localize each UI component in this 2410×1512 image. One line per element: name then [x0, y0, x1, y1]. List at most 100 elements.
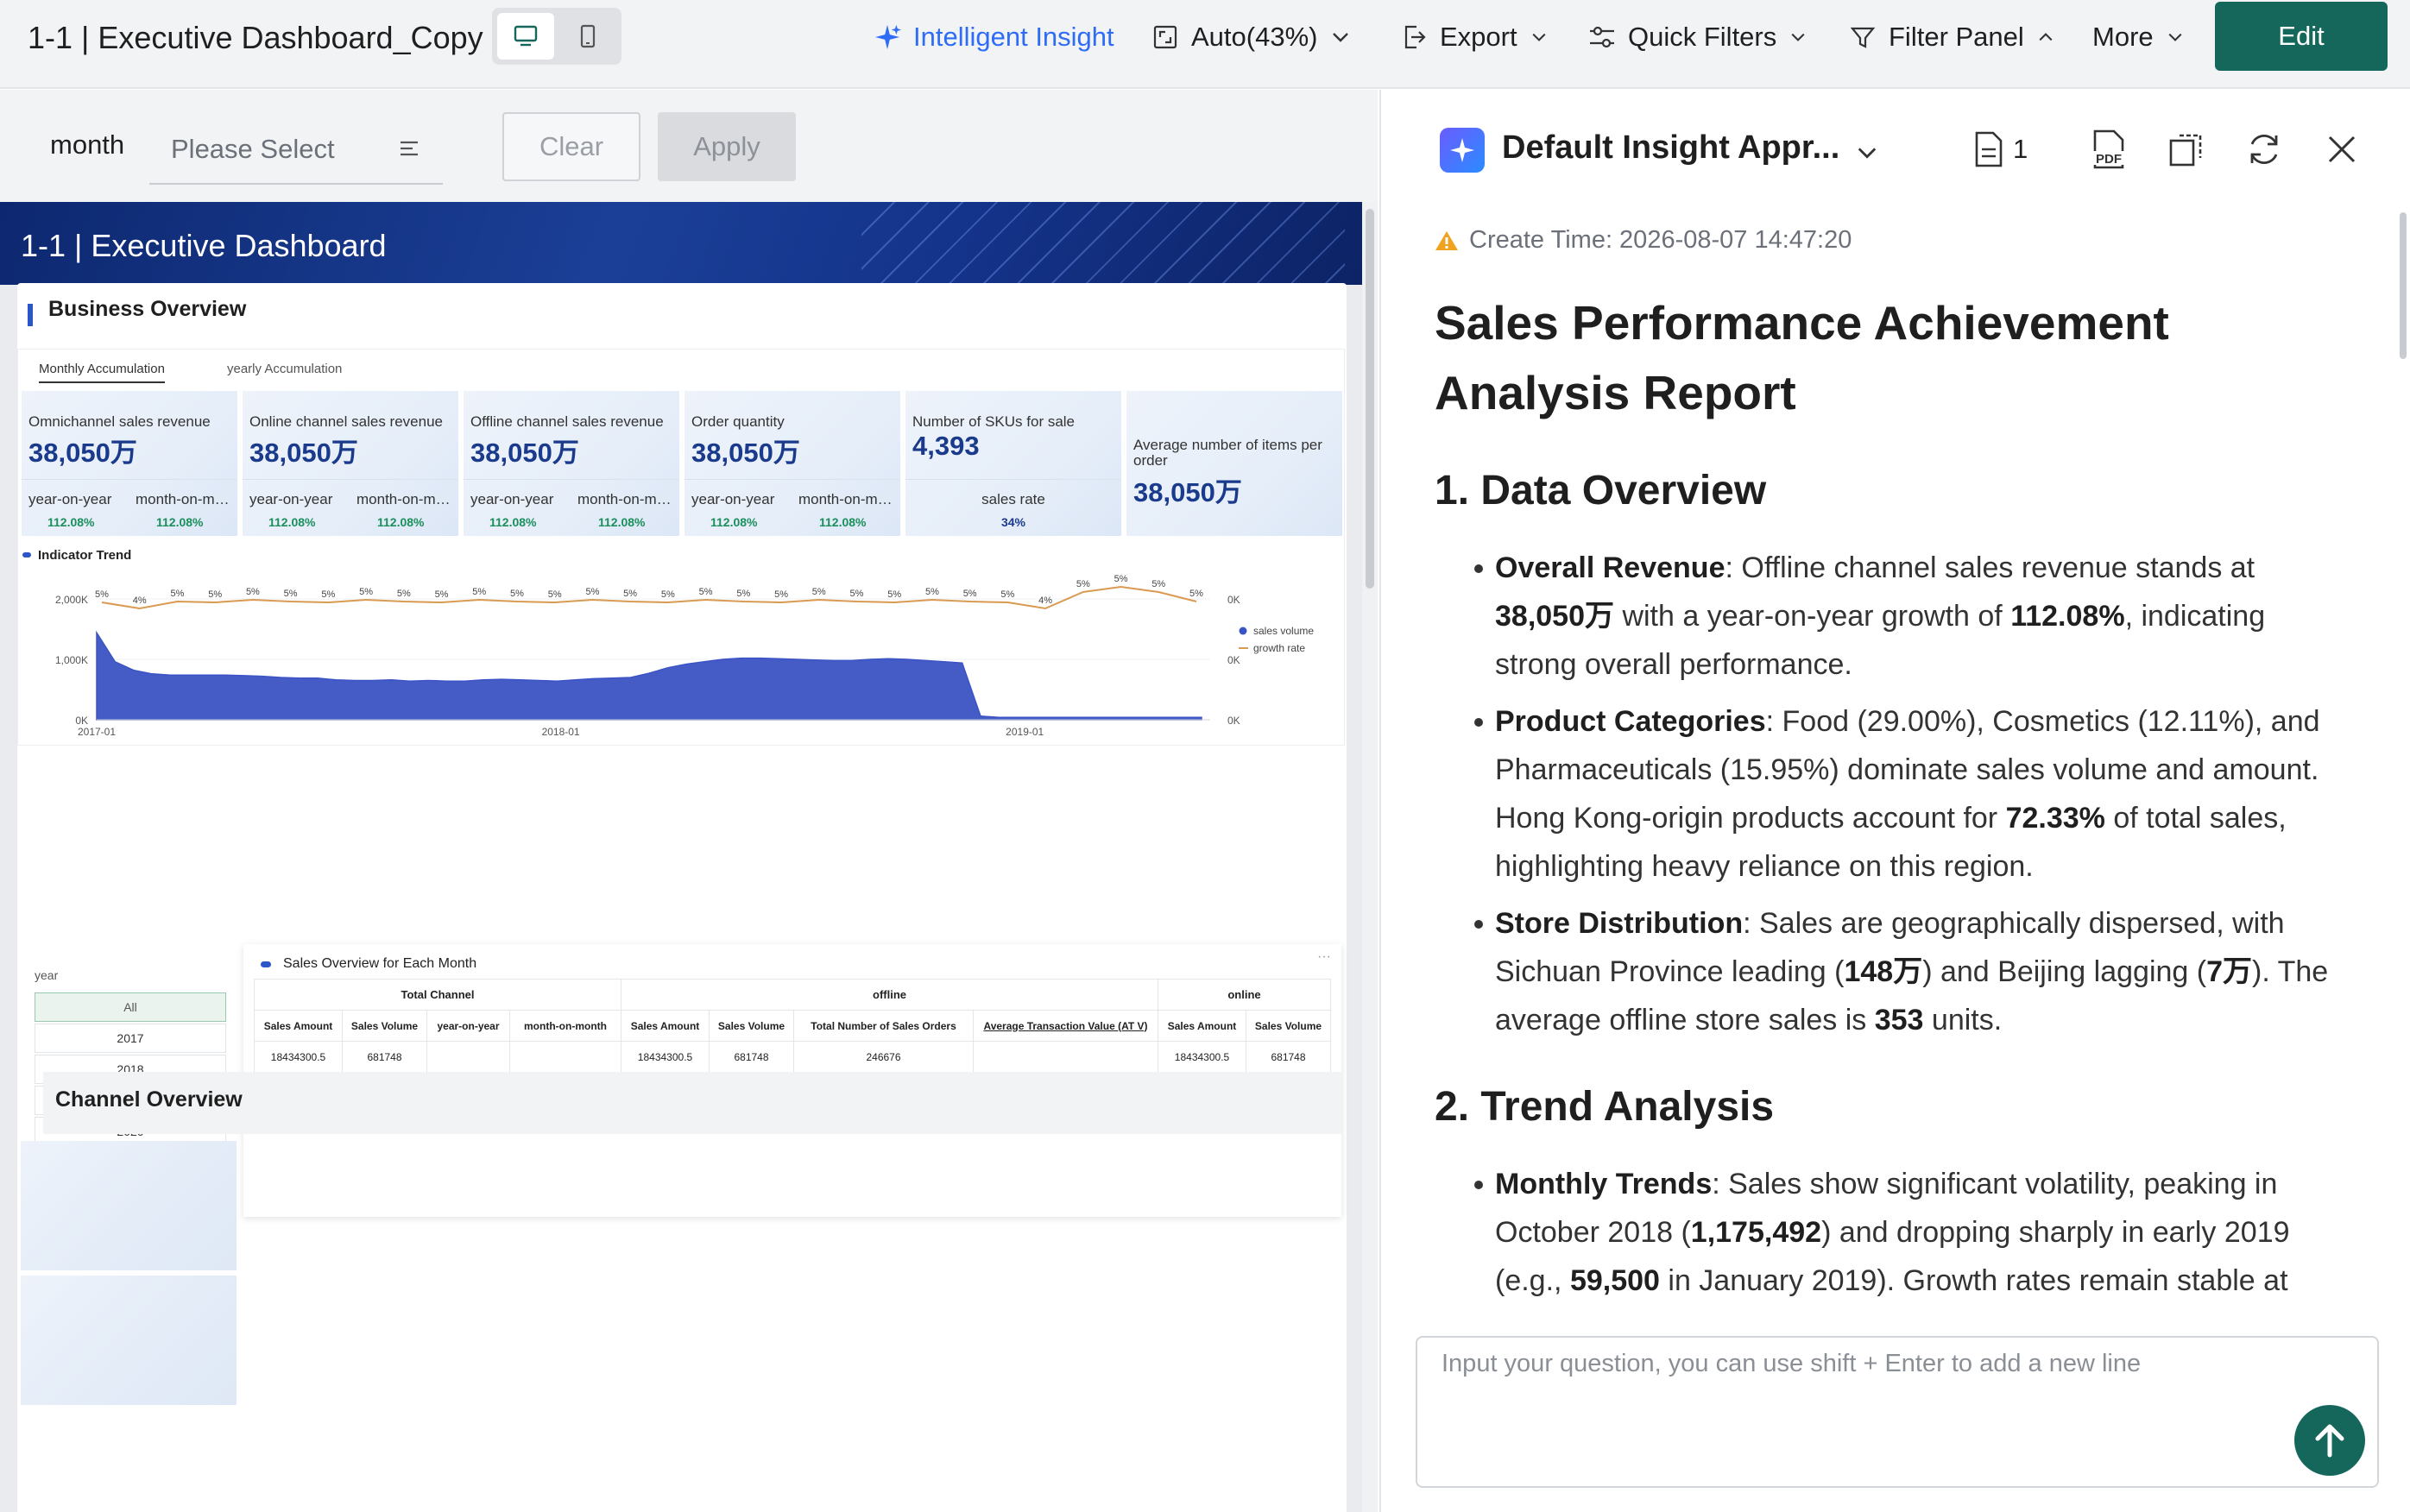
desktop-view-button[interactable] [497, 13, 554, 60]
bullet-item: Product Categories: Food (29.00%), Cosme… [1435, 697, 2350, 891]
table-cell [426, 1041, 510, 1073]
y2-tick-label: 0K [1227, 715, 1240, 727]
yoy-value: 112.08% [710, 515, 758, 529]
more-options-icon[interactable]: ··· [1317, 949, 1331, 965]
yoy-value: 112.08% [47, 515, 95, 529]
column-header: year-on-year [426, 1010, 510, 1042]
sliders-icon [1588, 23, 1616, 51]
bullet-emphasis: Store Distribution [1495, 907, 1744, 940]
divider [464, 479, 679, 480]
export-dropdown[interactable]: Export [1400, 16, 1549, 59]
data-label: 5% [548, 589, 562, 600]
insight-approach-select[interactable]: Default Insight Appr... [1502, 129, 1839, 167]
mom-label: month-on-month [136, 491, 232, 507]
edit-button[interactable]: Edit [2215, 2, 2388, 71]
kpi-card[interactable]: Offline channel sales revenue 38,050万 ye… [464, 391, 679, 536]
bullet-emphasis: 112.08% [2010, 600, 2125, 633]
clear-button[interactable]: Clear [502, 112, 640, 181]
document-icon [1975, 131, 2003, 167]
channel-overview-title: Channel Overview [55, 1087, 243, 1112]
year-option[interactable]: 2017 [35, 1024, 226, 1053]
apply-button[interactable]: Apply [658, 112, 796, 181]
quick-filters-dropdown[interactable]: Quick Filters [1588, 16, 1808, 59]
chevron-down-icon[interactable] [1854, 140, 1880, 166]
sales-overview-title: Sales Overview for Each Month [283, 956, 477, 971]
yoy-value: 112.08% [489, 515, 537, 529]
year-filter-label: year [35, 968, 59, 982]
scrollbar-thumb[interactable] [2400, 212, 2407, 359]
y2-tick-label: 0K [1227, 654, 1240, 666]
close-icon [2328, 135, 2356, 163]
kpi-card[interactable]: Omnichannel sales revenue 38,050万 year-o… [22, 391, 237, 536]
bullet-emphasis: 148万 [1844, 955, 1923, 988]
data-label: 5% [1114, 574, 1128, 584]
kpi-card[interactable]: Online channel sales revenue 38,050万 yea… [243, 391, 458, 536]
table-cell [973, 1041, 1158, 1073]
send-button[interactable] [2294, 1405, 2365, 1476]
table-row[interactable]: 18434300.5 681748 18434300.5 681748 2466… [254, 1041, 1331, 1073]
scrollbar-thumb[interactable] [1366, 209, 1374, 589]
kpi-label: Offline channel sales revenue [470, 413, 664, 430]
data-label: 5% [925, 587, 939, 597]
indicator-trend-chart: 2,000K 1,000K 0K 0K 0K 0K 5% 4% 5% 5% 5% 5% 5% 5% 5% 5%… [55, 574, 1314, 737]
table-cell: 681748 [1246, 1041, 1331, 1073]
data-label: 5% [472, 587, 486, 597]
year-option-all[interactable]: All [35, 992, 226, 1022]
mom-value: 112.08% [377, 515, 425, 529]
mobile-view-button[interactable] [559, 13, 616, 60]
bullet-emphasis: 59,500 [1569, 1264, 1660, 1297]
data-label: 5% [850, 589, 864, 599]
table-cell: 18434300.5 [621, 1041, 710, 1073]
kpi-card[interactable]: Average number of items per order 38,050… [1126, 391, 1342, 536]
intelligent-insight-button[interactable]: Intelligent Insight [874, 16, 1114, 59]
close-button[interactable] [2320, 128, 2363, 171]
month-select-placeholder: Please Select [171, 134, 335, 164]
kpi-card[interactable]: Order quantity 38,050万 year-on-year mont… [685, 391, 900, 536]
table-cell: 18434300.5 [254, 1041, 343, 1073]
kpi-card[interactable]: Number of SKUs for sale 4,393 sales rate… [905, 391, 1121, 536]
kpi-value: 38,050万 [249, 438, 358, 468]
question-input[interactable] [1442, 1350, 2305, 1435]
more-dropdown[interactable]: More [2092, 16, 2185, 59]
kpi-value: 38,050万 [1133, 477, 1242, 507]
export-label: Export [1440, 22, 1517, 52]
placeholder-card [21, 1276, 237, 1405]
column-header[interactable]: Average Transaction Value (AT V) [973, 1010, 1158, 1042]
arrow-up-icon [2315, 1424, 2344, 1458]
data-label: 4% [133, 595, 147, 606]
report-sections: 1. Data Overview Overall Revenue: Offline… [1435, 464, 2350, 1305]
column-header: Total Number of Sales Orders [793, 1010, 974, 1042]
column-header: Sales Volume [709, 1010, 794, 1042]
documents-button[interactable]: 1 [1973, 128, 2051, 171]
insight-panel: Default Insight Appr... 1 PDF Create Tim… [1379, 90, 2410, 1512]
chevron-up-icon [2039, 33, 2053, 41]
sales-rate-label: sales rate [981, 491, 1045, 507]
tab-monthly-accumulation[interactable]: Monthly Accumulation [39, 362, 165, 383]
dashboard-header: 1-1 | Executive Dashboard [0, 202, 1362, 285]
tab-yearly-accumulation[interactable]: yearly Accumulation [227, 362, 342, 376]
bullet-text: with a year-on-year growth of [1614, 600, 2011, 633]
copy-layout-button[interactable] [2165, 128, 2208, 171]
filter-panel-dropdown[interactable]: Filter Panel [1849, 16, 2055, 59]
data-label: 5% [208, 589, 222, 600]
legend-dot [261, 961, 271, 967]
bullet-emphasis: 72.33% [2005, 802, 2105, 835]
kpi-label: Online channel sales revenue [249, 413, 443, 430]
monitor-icon [514, 25, 538, 47]
bullet-emphasis: 1,175,492 [1690, 1216, 1822, 1249]
data-label: 5% [170, 589, 184, 599]
y-tick-label: 0K [75, 715, 88, 727]
zoom-dropdown[interactable]: Auto(43%) [1151, 16, 1352, 59]
pdf-export-button[interactable]: PDF [2087, 128, 2130, 171]
sparkle-icon [874, 23, 901, 51]
data-label: 4% [1038, 595, 1052, 606]
table-cell: 681748 [709, 1041, 794, 1073]
chevron-down-icon [1333, 33, 1349, 42]
warning-icon [1435, 230, 1458, 250]
filter-bar: month Please Select Clear Apply [0, 90, 1378, 202]
kpi-label: Number of SKUs for sale [912, 413, 1076, 430]
month-select[interactable]: Please Select [149, 116, 443, 185]
refresh-button[interactable] [2243, 128, 2286, 171]
y-tick-label: 2,000K [55, 594, 88, 606]
data-label: 5% [397, 589, 411, 599]
